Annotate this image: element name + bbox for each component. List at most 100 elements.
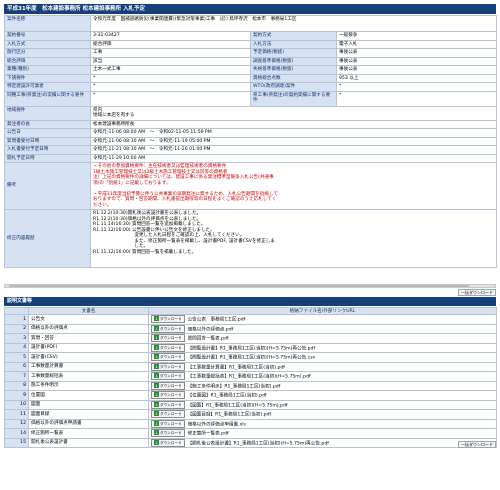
download-icon: ↓ <box>154 411 159 416</box>
detail-row: 質問書受付日時 令和元-11-06 08:30 AM ～ 令和元-11-19 05… <box>4 136 498 146</box>
file-cell: ↓ ダウンロード 【工事数量総括表】R1_事務局1工区(当初)(H=5.75m).p… <box>148 371 497 382</box>
file-name: 価格以外の評価点.pdf <box>187 327 234 332</box>
detail-label: 特定建設許可業者 <box>4 82 91 92</box>
notes-text: ・その他の参加資格要件：主任技術者又は監理技術者の資格要件 1級土木施工管理技士… <box>89 162 498 210</box>
download-all-button-top[interactable]: 一括ダウンロード <box>458 289 496 296</box>
download-button-label: ダウンロード <box>160 383 182 388</box>
file-document-name: 図面目録 <box>28 409 149 420</box>
detail-label: 入札方式 <box>4 39 91 49</box>
download-all-button-bottom[interactable]: 一括ダウンロード <box>458 441 496 448</box>
download-button[interactable]: ↓ ダウンロード <box>151 334 185 342</box>
file-number: 3 <box>4 333 29 344</box>
file-row: 12 価格以外の評価点申請書 ↓ ダウンロード 価格以外の評価点申請書.xls <box>4 418 497 429</box>
file-document-name: 図面 <box>28 399 149 410</box>
detail-value: 令和元-11-06 08:00 AM ～ 令和02-11-05 11:59 PM <box>89 128 498 138</box>
download-button[interactable]: ↓ ダウンロード <box>151 400 185 409</box>
detail-label: 契約番号 <box>4 31 91 41</box>
file-number: 9 <box>4 390 29 401</box>
attachments-section-title: 説明文書等 <box>4 297 496 306</box>
download-icon: ↓ <box>154 430 159 435</box>
download-icon: ↓ <box>154 382 159 388</box>
download-button[interactable]: ↓ ダウンロード <box>151 381 185 390</box>
history-row: 修正内容履歴 R1.12.2(10:30)開札後公表設計書を公表しました。 R1.… <box>4 209 498 268</box>
file-cell: ↓ ダウンロード 【開札後公表設計書】R1_事務局1工区(当初)(H=5.75m)再… <box>148 437 497 448</box>
file-name: 修正箇所一覧表.pdf <box>187 431 229 437</box>
download-icon: ↓ <box>154 439 159 445</box>
download-button[interactable]: ↓ ダウンロード <box>151 429 185 437</box>
file-row: 9 位置図 ↓ ダウンロード 【位置図】R1_事務局1工区(当初).pdf <box>4 390 497 401</box>
detail-label: 業種(種別) <box>4 65 91 75</box>
file-cell: ↓ ダウンロード 価格以外の評価点申請書.xls <box>148 418 497 429</box>
file-row: 6 工事数量計算書 ↓ ダウンロード 【工事数量計算書】R1_事務局1工区(当初).pd… <box>4 361 497 372</box>
file-document-name: 価格以外の評価点 <box>28 323 149 334</box>
download-button-label: ダウンロード <box>160 440 182 445</box>
col-number-header <box>4 307 29 315</box>
file-cell: ↓ ダウンロード 修正箇所一覧表.pdf <box>148 428 497 439</box>
download-button-label: ダウンロード <box>160 317 182 321</box>
detail-row: 案件名称 令和元年度 国補道路防災(事業関連費)(緊急対策事業)工事 (診) 鳥坪… <box>4 15 498 32</box>
download-button[interactable]: ↓ ダウンロード <box>151 362 185 371</box>
file-name: 公告公表 事務局1工区.pdf <box>187 317 246 323</box>
file-document-name: 設計書(PDF) <box>28 342 149 353</box>
detail-label: WTO(政府調達)案件 <box>250 82 337 92</box>
detail-row: 総合評価 該当 調査基準価格(税抜) 事後公表 <box>4 56 498 66</box>
file-number: 8 <box>4 380 29 391</box>
detail-value: * <box>90 82 251 92</box>
detail-value: 総合評価 <box>90 39 251 49</box>
detail-value: 953 以上 <box>335 73 498 83</box>
file-cell: ↓ ダウンロード 【位置図】R1_事務局1工区(当初).pdf <box>148 390 497 401</box>
detail-value: 事後公表 <box>335 48 498 58</box>
file-row: 3 質問・回答 ↓ ダウンロード 質問回答一覧表.pdf <box>4 333 497 344</box>
history-label: 修正内容履歴 <box>4 209 91 268</box>
file-cell: ↓ ダウンロード 【閲覧設計書】R1_事務局1工区(当初)(H=5.75m)再公告.… <box>148 352 497 363</box>
download-icon: ↓ <box>154 401 159 407</box>
file-name: 【施工条件明示】R1_事務局1工区(当初).pdf <box>187 384 281 389</box>
download-button[interactable]: ↓ ダウンロード <box>151 353 185 361</box>
detail-label: 資格総合点数 <box>250 73 337 83</box>
download-button[interactable]: ↓ ダウンロード <box>151 372 185 380</box>
file-document-name: 価格以外の評価点申請書 <box>28 418 149 429</box>
file-row: 5 設計書(CSV) ↓ ダウンロード 【閲覧設計書】R1_事務局1工区(当初)(H=5… <box>4 352 497 363</box>
download-button-label: ダウンロード <box>160 345 182 350</box>
scrollbar-thumb[interactable] <box>9 285 469 287</box>
file-row: 4 設計書(PDF) ↓ ダウンロード 【閲覧設計書】R1_事務局1工区(当初)(H=5… <box>4 342 497 353</box>
detail-value: 該当 <box>90 56 251 66</box>
file-number: 5 <box>4 352 29 363</box>
file-row: 10 図面 ↓ ダウンロード 【図面】R1_事務局1工区(当初)(H=5.75m).pd… <box>4 399 497 410</box>
detail-value: 3-31-03427 <box>90 31 251 41</box>
file-row: 7 工事数量総括表 ↓ ダウンロード 【工事数量総括表】R1_事務局1工区(当初)(H=… <box>4 371 497 382</box>
notes-label: 備考 <box>4 162 91 210</box>
file-document-name: 工事数量計算書 <box>28 361 149 372</box>
download-icon: ↓ <box>154 325 159 331</box>
detail-label: 県工事(県発注)の契約実績に関する要件 <box>250 90 337 107</box>
detail-row: 同種工事(県発注)の実績に関する要件 * 県工事(県発注)の契約実績に関する要件 * <box>4 90 498 107</box>
detail-value: * <box>335 82 498 92</box>
download-button-label: ダウンロード <box>160 421 182 426</box>
file-number: 6 <box>4 361 29 372</box>
detail-label: 総合評価 <box>4 56 91 66</box>
download-button[interactable]: ↓ ダウンロード <box>151 438 185 447</box>
file-number: 2 <box>4 323 29 334</box>
download-button[interactable]: ↓ ダウンロード <box>151 343 185 352</box>
horizontal-scrollbar[interactable] <box>4 284 496 288</box>
download-button[interactable]: ↓ ダウンロード <box>151 410 185 418</box>
detail-value: 工事 <box>90 48 251 58</box>
download-button[interactable]: ↓ ダウンロード <box>151 324 185 333</box>
page-title: 平成31年度 松本建設事務所 松本建設事務所 入札予定 <box>4 4 496 14</box>
download-button[interactable]: ↓ ダウンロード <box>151 419 185 428</box>
file-name: 【位置図】R1_事務局1工区(当初).pdf <box>187 393 267 399</box>
detail-value: * <box>90 90 251 107</box>
col-document-name-header: 文書名 <box>28 307 149 315</box>
detail-table: 案件名称 令和元年度 国補道路防災(事業関連費)(緊急対策事業)工事 (診) 鳥坪… <box>4 15 498 268</box>
file-number: 4 <box>4 342 29 353</box>
download-icon: ↓ <box>154 335 159 340</box>
download-button-label: ダウンロード <box>160 431 182 435</box>
download-icon: ↓ <box>154 363 159 369</box>
download-button[interactable]: ↓ ダウンロード <box>151 391 185 399</box>
detail-label: 調査基準価格(税抜) <box>250 56 337 66</box>
file-row: 1 公告文 ↓ ダウンロード 公告公表 事務局1工区.pdf <box>4 314 497 325</box>
detail-label: 案件名称 <box>4 15 91 32</box>
download-button[interactable]: ↓ ダウンロード <box>151 315 185 323</box>
file-name: 価格以外の評価点申請書.xls <box>187 422 246 427</box>
detail-label: 失格基準価格(税抜) <box>250 65 337 75</box>
